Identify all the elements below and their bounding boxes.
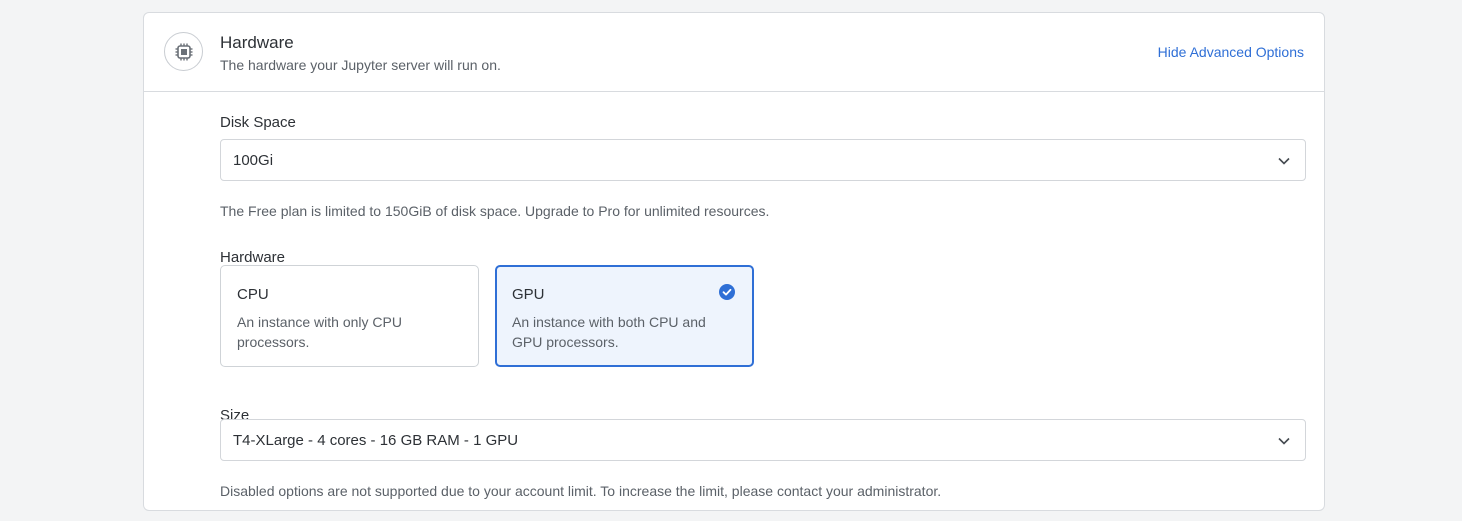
chevron-down-icon	[1278, 157, 1290, 165]
section-title: Hardware	[220, 33, 294, 52]
check-circle-icon	[719, 284, 735, 300]
disk-space-label: Disk Space	[220, 114, 296, 131]
disk-space-select[interactable]: 100Gi	[220, 139, 1306, 181]
cpu-chip-icon	[164, 32, 203, 71]
option-description: An instance with both CPU and GPU proces…	[512, 314, 706, 350]
card-header: Hardware The hardware your Jupyter serve…	[144, 13, 1324, 92]
section-subtitle: The hardware your Jupyter server will ru…	[220, 57, 501, 73]
option-title: GPU	[512, 286, 545, 303]
option-title: CPU	[237, 286, 269, 303]
hardware-card: Hardware The hardware your Jupyter serve…	[143, 12, 1325, 511]
size-value: T4-XLarge - 4 cores - 16 GB RAM - 1 GPU	[233, 432, 519, 449]
hardware-label: Hardware	[220, 249, 286, 266]
size-select[interactable]: T4-XLarge - 4 cores - 16 GB RAM - 1 GPU	[220, 419, 1306, 461]
hardware-option-gpu[interactable]: GPU An instance with both CPU and GPU pr…	[495, 265, 754, 367]
chevron-down-icon	[1278, 437, 1290, 445]
disk-space-help: The Free plan is limited to 150GiB of di…	[220, 203, 770, 219]
option-description: An instance with only CPU processors.	[237, 314, 402, 350]
disk-space-value: 100Gi	[233, 152, 274, 169]
size-help: Disabled options are not supported due t…	[220, 483, 942, 499]
hide-advanced-options-link[interactable]: Hide Advanced Options	[1158, 44, 1304, 60]
hardware-option-cpu[interactable]: CPU An instance with only CPU processors…	[220, 265, 479, 367]
